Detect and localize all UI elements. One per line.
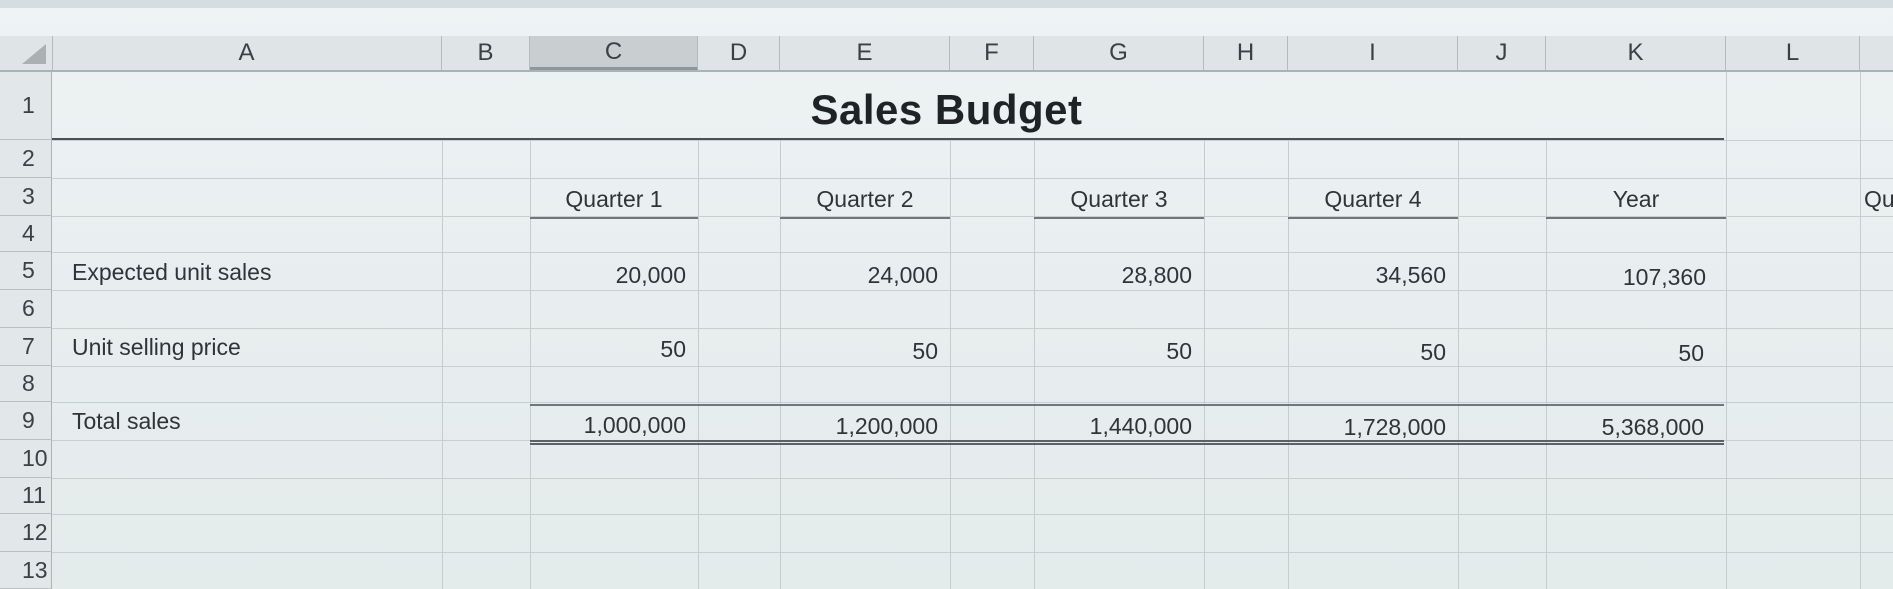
gridline bbox=[52, 402, 1893, 403]
header-quarter-1[interactable]: Quarter 1 bbox=[530, 186, 698, 213]
row-header-11[interactable]: 11 bbox=[0, 478, 52, 514]
row-header-12[interactable]: 12 bbox=[0, 514, 52, 552]
header-year[interactable]: Year bbox=[1546, 186, 1726, 213]
gridline bbox=[52, 514, 1893, 515]
column-header-h[interactable]: H bbox=[1204, 36, 1288, 70]
row-header-3[interactable]: 3 bbox=[0, 178, 52, 216]
column-header-f[interactable]: F bbox=[950, 36, 1034, 70]
gridline bbox=[52, 252, 1893, 253]
cell-total-q3[interactable]: 1,440,000 bbox=[1034, 413, 1192, 440]
column-header-g[interactable]: G bbox=[1034, 36, 1204, 70]
gridline bbox=[698, 140, 699, 589]
row-header-13[interactable]: 13 bbox=[0, 552, 52, 589]
header-underline bbox=[780, 217, 950, 219]
column-header-bar: A B C D E F G H I J K L bbox=[0, 36, 1893, 72]
gridline bbox=[52, 478, 1893, 479]
title-underline bbox=[52, 138, 1724, 140]
sheet-title[interactable]: Sales Budget bbox=[0, 86, 1893, 134]
header-underline bbox=[530, 217, 698, 219]
column-header-l[interactable]: L bbox=[1726, 36, 1860, 70]
header-underline bbox=[1546, 217, 1726, 219]
spreadsheet-window: A B C D E F G H I J K L 1 2 3 4 5 6 7 8 … bbox=[0, 0, 1893, 589]
column-header-j[interactable]: J bbox=[1458, 36, 1546, 70]
row-header-8[interactable]: 8 bbox=[0, 366, 52, 402]
cell-price-q1[interactable]: 50 bbox=[530, 336, 686, 363]
column-header-a[interactable]: A bbox=[52, 36, 442, 70]
gridline bbox=[442, 140, 443, 589]
cell-price-q2[interactable]: 50 bbox=[780, 338, 938, 365]
row-label-unit-selling-price[interactable]: Unit selling price bbox=[72, 334, 241, 361]
gridline bbox=[52, 328, 1893, 329]
row-label-expected-unit-sales[interactable]: Expected unit sales bbox=[72, 259, 271, 286]
column-header-i[interactable]: I bbox=[1288, 36, 1458, 70]
row-header-2[interactable]: 2 bbox=[0, 140, 52, 178]
gridline bbox=[52, 140, 1893, 141]
column-header-e[interactable]: E bbox=[780, 36, 950, 70]
cell-expected-q4[interactable]: 34,560 bbox=[1288, 262, 1446, 289]
total-top-rule bbox=[530, 404, 1724, 406]
cell-price-year[interactable]: 50 bbox=[1546, 340, 1704, 367]
header-quarter-4[interactable]: Quarter 4 bbox=[1288, 186, 1458, 213]
column-header-c[interactable]: C bbox=[530, 36, 698, 70]
select-all-icon bbox=[22, 44, 46, 64]
column-header-b[interactable]: B bbox=[442, 36, 530, 70]
row-header-6[interactable]: 6 bbox=[0, 290, 52, 328]
row-label-total-sales[interactable]: Total sales bbox=[72, 408, 181, 435]
gridline bbox=[52, 552, 1893, 553]
screen-bezel bbox=[0, 0, 1893, 8]
header-quarter-2[interactable]: Quarter 2 bbox=[780, 186, 950, 213]
row-header-9[interactable]: 9 bbox=[0, 402, 52, 440]
gridline bbox=[52, 178, 1893, 179]
cell-expected-q3[interactable]: 28,800 bbox=[1034, 262, 1192, 289]
row-header-5[interactable]: 5 bbox=[0, 252, 52, 290]
gridline bbox=[1458, 140, 1459, 589]
cell-expected-year[interactable]: 107,360 bbox=[1546, 264, 1706, 291]
cell-price-q3[interactable]: 50 bbox=[1034, 338, 1192, 365]
gridline bbox=[1726, 72, 1727, 589]
gridline bbox=[1204, 140, 1205, 589]
cell-expected-q1[interactable]: 20,000 bbox=[530, 262, 686, 289]
gridline bbox=[950, 140, 951, 589]
total-double-underline bbox=[530, 440, 1724, 445]
column-header-k[interactable]: K bbox=[1546, 36, 1726, 70]
cell-expected-q2[interactable]: 24,000 bbox=[780, 262, 938, 289]
row-header-4[interactable]: 4 bbox=[0, 216, 52, 252]
cell-price-q4[interactable]: 50 bbox=[1288, 339, 1446, 366]
cell-total-q4[interactable]: 1,728,000 bbox=[1288, 414, 1446, 441]
header-quarter-3[interactable]: Quarter 3 bbox=[1034, 186, 1204, 213]
column-header-d[interactable]: D bbox=[698, 36, 780, 70]
cell-total-q2[interactable]: 1,200,000 bbox=[780, 413, 938, 440]
header-partial-offscreen[interactable]: Qu bbox=[1864, 186, 1893, 213]
cell-total-q1[interactable]: 1,000,000 bbox=[530, 412, 686, 439]
header-underline bbox=[1034, 217, 1204, 219]
cell-total-year[interactable]: 5,368,000 bbox=[1546, 414, 1704, 441]
row-header-10[interactable]: 10 bbox=[0, 440, 52, 478]
row-header-7[interactable]: 7 bbox=[0, 328, 52, 366]
gridline bbox=[1860, 72, 1861, 589]
header-underline bbox=[1288, 217, 1458, 219]
